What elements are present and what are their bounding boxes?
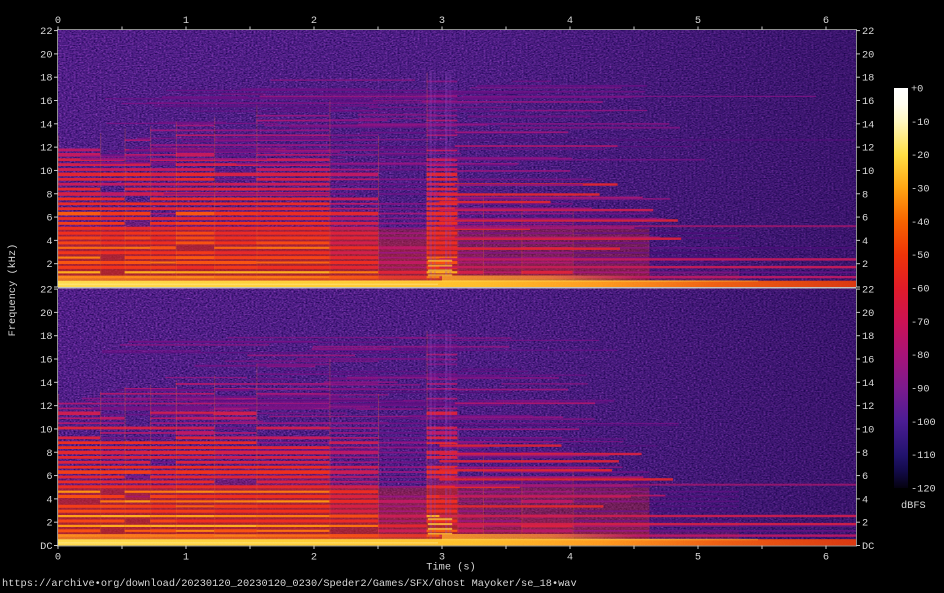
svg-text:2: 2	[311, 552, 317, 564]
svg-text:2: 2	[46, 518, 52, 530]
svg-text:2: 2	[311, 15, 317, 27]
svg-text:2: 2	[862, 259, 868, 271]
svg-text:4: 4	[46, 494, 52, 506]
svg-text:10: 10	[40, 424, 52, 436]
svg-text:10: 10	[862, 166, 874, 178]
svg-text:5: 5	[695, 552, 701, 564]
svg-text:20: 20	[40, 308, 52, 320]
svg-text:18: 18	[862, 73, 874, 85]
svg-text:2: 2	[46, 259, 52, 271]
svg-text:18: 18	[40, 73, 52, 85]
svg-text:-30: -30	[911, 184, 930, 196]
svg-text:12: 12	[40, 401, 52, 413]
svg-text:Frequency (kHz): Frequency (kHz)	[7, 244, 19, 337]
svg-text:dBFS: dBFS	[901, 500, 926, 512]
svg-text:4: 4	[862, 494, 868, 506]
svg-text:2: 2	[862, 518, 868, 530]
svg-text:-70: -70	[911, 317, 930, 329]
svg-text:+0: +0	[911, 84, 923, 96]
svg-text:4: 4	[862, 236, 868, 248]
svg-text:Time (s): Time (s)	[426, 562, 475, 574]
svg-text:https://archive•org/download/2: https://archive•org/download/20230120_20…	[2, 578, 577, 590]
svg-text:3: 3	[439, 15, 445, 27]
svg-text:20: 20	[40, 49, 52, 61]
svg-text:0: 0	[55, 552, 61, 564]
svg-text:14: 14	[40, 119, 52, 131]
svg-text:1: 1	[183, 552, 189, 564]
svg-text:-20: -20	[911, 150, 930, 162]
svg-text:20: 20	[862, 308, 874, 320]
svg-text:22: 22	[40, 285, 52, 297]
svg-text:20: 20	[862, 49, 874, 61]
svg-text:10: 10	[862, 424, 874, 436]
svg-text:DC: DC	[40, 541, 52, 553]
svg-text:6: 6	[823, 552, 829, 564]
svg-text:4: 4	[567, 15, 573, 27]
svg-text:8: 8	[862, 448, 868, 460]
svg-text:6: 6	[823, 15, 829, 27]
svg-text:4: 4	[567, 552, 573, 564]
svg-text:6: 6	[862, 471, 868, 483]
svg-text:-40: -40	[911, 217, 930, 229]
svg-text:0: 0	[55, 15, 61, 27]
svg-text:14: 14	[40, 378, 52, 390]
svg-text:-50: -50	[911, 250, 930, 262]
svg-text:12: 12	[862, 143, 874, 155]
svg-text:6: 6	[46, 471, 52, 483]
svg-text:8: 8	[862, 189, 868, 201]
svg-text:DC: DC	[862, 541, 874, 553]
svg-text:-100: -100	[911, 417, 936, 429]
svg-text:4: 4	[46, 236, 52, 248]
svg-text:1: 1	[183, 15, 189, 27]
svg-text:18: 18	[40, 331, 52, 343]
svg-text:16: 16	[862, 355, 874, 367]
svg-text:16: 16	[40, 355, 52, 367]
svg-text:12: 12	[862, 401, 874, 413]
svg-text:-90: -90	[911, 384, 930, 396]
svg-text:16: 16	[40, 96, 52, 108]
svg-text:-80: -80	[911, 350, 930, 362]
svg-text:12: 12	[40, 143, 52, 155]
svg-text:22: 22	[40, 26, 52, 38]
svg-text:8: 8	[46, 448, 52, 460]
svg-text:6: 6	[46, 213, 52, 225]
svg-text:-110: -110	[911, 450, 936, 462]
svg-text:16: 16	[862, 96, 874, 108]
svg-text:14: 14	[862, 378, 874, 390]
svg-text:18: 18	[862, 331, 874, 343]
svg-text:10: 10	[40, 166, 52, 178]
svg-text:-10: -10	[911, 117, 930, 129]
svg-text:-120: -120	[911, 484, 936, 496]
svg-text:-60: -60	[911, 284, 930, 296]
svg-text:5: 5	[695, 15, 701, 27]
svg-text:14: 14	[862, 119, 874, 131]
svg-text:8: 8	[46, 189, 52, 201]
svg-text:6: 6	[862, 213, 868, 225]
svg-text:22: 22	[862, 26, 874, 38]
svg-text:22: 22	[862, 285, 874, 297]
